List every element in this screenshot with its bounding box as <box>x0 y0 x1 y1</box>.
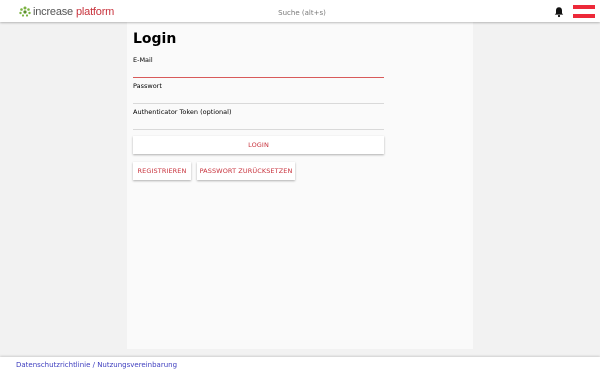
footer-bar: Datenschutzrichtlinie / Nutzungsvereinba… <box>0 357 600 375</box>
logo-text-platform: platform <box>75 5 115 18</box>
login-card: Login E-Mail Passwort Authenticator Toke… <box>127 22 473 349</box>
login-button[interactable]: LOGIN <box>133 136 384 154</box>
bell-icon[interactable] <box>553 6 565 18</box>
privacy-terms-link[interactable]: Datenschutzrichtlinie / Nutzungsvereinba… <box>16 361 177 369</box>
token-label: Authenticator Token (optional) <box>133 108 232 116</box>
page-title: Login <box>133 31 177 47</box>
logo-text-increase: increase <box>33 5 73 18</box>
reset-password-button[interactable]: PASSWORT ZURÜCKSETZEN <box>197 162 295 180</box>
email-field[interactable] <box>133 67 384 78</box>
register-button[interactable]: REGISTRIEREN <box>133 162 191 180</box>
authenticator-token-field[interactable] <box>133 119 384 130</box>
leaf-logo-icon <box>19 6 31 17</box>
austria-flag-icon[interactable] <box>573 5 595 18</box>
password-field[interactable] <box>133 93 384 104</box>
password-label: Passwort <box>133 82 162 90</box>
search-input[interactable] <box>240 4 364 21</box>
email-label: E-Mail <box>133 56 153 64</box>
top-bar: increase platform <box>0 0 600 22</box>
platform-logo[interactable]: increase platform <box>18 5 114 18</box>
